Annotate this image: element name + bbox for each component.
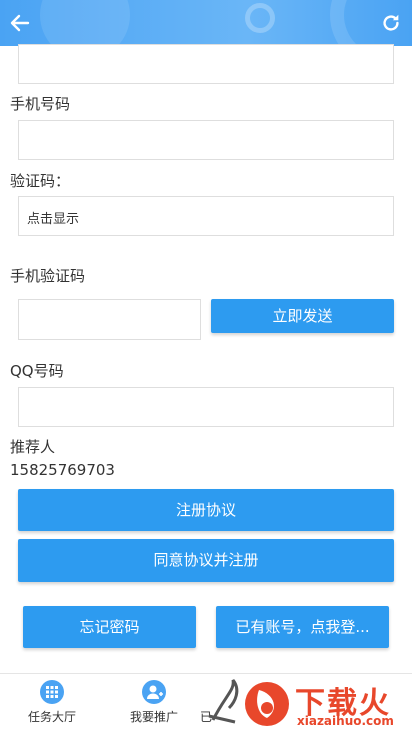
previous-input[interactable] — [18, 44, 394, 84]
sms-code-input[interactable] — [18, 299, 201, 340]
tab-label: 我要推广 — [129, 710, 178, 724]
refresh-button[interactable] — [380, 12, 402, 34]
send-code-label: 立即发送 — [272, 307, 333, 325]
forgot-password-button[interactable]: 忘记密码 — [23, 606, 196, 648]
arrow-left-icon — [10, 14, 30, 32]
agree-register-button[interactable]: 同意协议并注册 — [18, 539, 394, 582]
phone-label: 手机号码 — [10, 95, 71, 113]
watermark-logo: 下载火 xiazaihuo.com — [205, 676, 412, 732]
phone-input[interactable] — [18, 120, 394, 160]
forgot-password-label: 忘记密码 — [79, 618, 140, 636]
tab-task-hall[interactable]: 任务大厅 — [12, 680, 92, 725]
captcha-input[interactable]: 点击显示 — [18, 196, 394, 236]
refresh-icon — [383, 14, 399, 31]
grid-icon — [40, 680, 64, 704]
sms-code-label: 手机验证码 — [10, 267, 86, 285]
qq-input[interactable] — [18, 387, 394, 427]
top-bar — [0, 0, 412, 46]
login-link-label: 已有账号，点我登... — [235, 618, 370, 636]
captcha-show-link[interactable]: 点击显示 — [27, 208, 79, 227]
agreement-label: 注册协议 — [175, 501, 236, 519]
watermark-url: xiazaihuo.com — [297, 714, 394, 728]
send-code-button[interactable]: 立即发送 — [211, 299, 394, 333]
tab-label: 任务大厅 — [27, 710, 76, 724]
agreement-button[interactable]: 注册协议 — [18, 489, 394, 531]
user-add-icon — [142, 680, 166, 704]
agree-register-label: 同意协议并注册 — [153, 551, 259, 569]
captcha-label: 验证码： — [10, 172, 71, 190]
header-decoration — [245, 3, 275, 33]
referrer-label: 推荐人 — [10, 438, 56, 456]
tab-promote[interactable]: 我要推广 — [114, 680, 194, 725]
back-button[interactable] — [8, 11, 32, 35]
referrer-value: 15825769703 — [10, 461, 115, 479]
header-decoration — [40, 0, 130, 46]
qq-label: QQ号码 — [10, 362, 64, 380]
login-link-button[interactable]: 已有账号，点我登... — [216, 606, 389, 648]
